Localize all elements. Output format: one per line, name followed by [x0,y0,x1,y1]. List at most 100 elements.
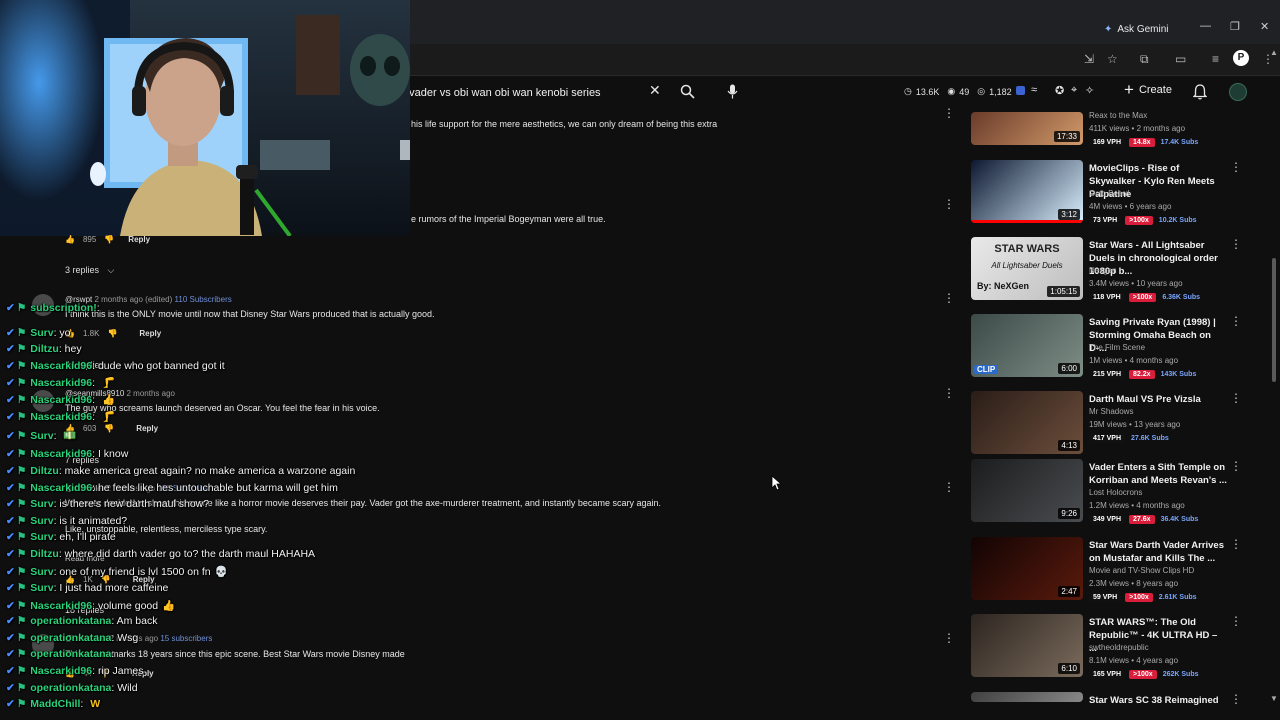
sparkle-icon[interactable]: ✧ [1085,84,1094,97]
chat-username[interactable]: Nascarkid96 [30,600,92,612]
video-channel[interactable]: swtheoldrepublic [1089,643,1149,652]
extensions-icon[interactable]: ⧉ [1140,52,1149,67]
chat-username[interactable]: Nascarkid96 [30,448,92,460]
scroll-up-icon[interactable]: ▲ [1270,48,1278,57]
extension-p-icon[interactable]: P [1233,50,1249,66]
extension-badge-icon[interactable] [1016,86,1025,95]
view-replies-button[interactable]: 3 replies ⌵ [65,265,114,276]
video-thumbnail[interactable]: 9:26 [971,459,1083,522]
video-channel[interactable]: Movie and TV-Show Clips HD [1089,566,1194,575]
video-stats-badges: 215 VPH 82.2x 143K Subs [1089,370,1198,379]
chat-username[interactable]: Surv [30,582,53,594]
search-icon[interactable] [680,84,695,104]
chat-username[interactable]: operationkatana [30,615,111,627]
subs-badge: 10.2K Subs [1158,217,1197,224]
page-scrollbar[interactable] [1272,258,1276,382]
video-channel[interactable]: Reax to the Max [1089,111,1147,120]
video-thumbnail[interactable]: 6:10 [971,614,1083,677]
comment-menu-icon[interactable]: ⋮ [943,386,955,400]
reply-button[interactable]: Reply [136,424,158,433]
close-window-icon[interactable]: ✕ [1260,20,1269,33]
filter-icon[interactable]: ≈ [1031,84,1037,96]
chat-username[interactable]: Nascarkid96 [30,377,92,389]
video-menu-icon[interactable]: ⋮ [1230,160,1242,174]
split-view-icon[interactable]: ▭ [1175,52,1186,66]
video-menu-icon[interactable]: ⋮ [1230,314,1242,328]
verified-badge-icon: ✔ [6,343,15,355]
video-channel[interactable]: Mr Shadows [1089,407,1133,416]
video-title[interactable]: Vader Enters a Sith Temple on Korriban a… [1089,461,1227,487]
video-thumbnail[interactable] [971,692,1083,702]
chat-username[interactable]: MaddChill [30,698,80,710]
chat-username[interactable]: Nascarkid96 [30,394,92,406]
chat-username[interactable]: Surv [30,531,53,543]
chat-username[interactable]: Nascarkid96 [30,482,92,494]
chat-text: Wsg [117,632,139,644]
comment-menu-icon[interactable]: ⋮ [943,106,955,120]
dislike-icon[interactable]: 👎 [104,424,114,433]
chat-username[interactable]: Nascarkid96 [30,360,92,372]
comment-time: 2 months ago (edited) [94,295,173,304]
chat-username[interactable]: operationkatana [30,648,111,660]
video-channel[interactable]: Nexgen [1089,266,1117,275]
sub-badge-icon: ⚑ [16,566,27,578]
like-icon[interactable]: 👍 [65,235,75,244]
scroll-down-icon[interactable]: ▼ [1270,694,1278,703]
chat-username[interactable]: Diltzu [30,343,59,355]
video-title[interactable]: Star Wars Darth Vader Arrives on Mustafa… [1089,539,1227,565]
chat-username[interactable]: Surv [30,498,53,510]
chat-message: ✔ ⚑ Surv: 💵 [6,429,77,442]
like-count: 603 [82,424,97,433]
verified-badge-icon: ✔ [6,582,15,594]
video-title[interactable]: Star Wars SC 38 Reimagined [1089,694,1227,707]
minimize-window-icon[interactable]: — [1200,20,1211,32]
ask-gemini-button[interactable]: ✦ Ask Gemini [1104,20,1169,38]
video-menu-icon[interactable]: ⋮ [1230,692,1242,706]
create-button[interactable]: + Create [1124,81,1172,98]
video-thumbnail[interactable]: 2:47 [971,537,1083,600]
video-title[interactable]: Darth Maul VS Pre Vizsla [1089,393,1227,406]
video-thumbnail[interactable]: 3:12 [971,160,1083,223]
tag-icon[interactable]: ⌖ [1071,84,1077,97]
comment-menu-icon[interactable]: ⋮ [943,291,955,305]
video-thumbnail[interactable]: 4:13 [971,391,1083,454]
chat-username[interactable]: Diltzu [30,465,59,477]
video-menu-icon[interactable]: ⋮ [1230,237,1242,251]
chat-username[interactable]: Surv [30,430,53,442]
video-thumbnail[interactable]: 6:00 CLIP [971,314,1083,377]
chat-username[interactable]: operationkatana [30,682,111,694]
chat-username[interactable]: Surv [30,327,53,339]
reply-button[interactable]: Reply [139,329,161,338]
video-menu-icon[interactable]: ⋮ [1230,537,1242,551]
comment-menu-icon[interactable]: ⋮ [943,631,955,645]
chat-username[interactable]: operationkatana [30,632,111,644]
video-channel[interactable]: Octo Beard [1089,189,1129,198]
video-channel[interactable]: Lost Holocrons [1089,488,1142,497]
install-app-icon[interactable]: ⇲ [1084,52,1094,66]
dislike-icon[interactable]: 👎 [107,329,117,338]
award-icon[interactable]: ✪ [1055,84,1064,97]
chat-username[interactable]: Surv [30,515,53,527]
video-thumbnail[interactable]: 17:33 [971,112,1083,145]
chat-username[interactable]: Nascarkid96 [30,411,92,423]
notifications-bell-icon[interactable] [1192,84,1208,105]
chat-username[interactable]: Diltzu [30,548,59,560]
video-menu-icon[interactable]: ⋮ [1230,391,1242,405]
video-menu-icon[interactable]: ⋮ [1230,614,1242,628]
comment-menu-icon[interactable]: ⋮ [943,197,955,211]
chat-username[interactable]: Nascarkid96 [30,665,92,677]
account-avatar[interactable] [1229,83,1247,101]
video-thumbnail[interactable]: STAR WARS All Lightsaber Duels By: NeXGen 1… [971,237,1083,300]
video-channel[interactable]: The Film Scene [1089,343,1145,352]
microphone-icon[interactable] [727,84,738,104]
restore-window-icon[interactable]: ❐ [1230,20,1240,33]
video-menu-icon[interactable]: ⋮ [1230,459,1242,473]
reply-button[interactable]: Reply [128,235,150,244]
dislike-icon[interactable]: 👎 [104,235,114,244]
bookmark-star-icon[interactable]: ☆ [1107,52,1118,66]
media-controls-icon[interactable]: ≡ [1212,52,1219,66]
clear-search-icon[interactable]: ✕ [649,82,661,99]
comment-menu-icon[interactable]: ⋮ [943,480,955,494]
chat-username[interactable]: Surv [30,566,53,578]
chat-username[interactable]: subscription! [30,302,97,314]
